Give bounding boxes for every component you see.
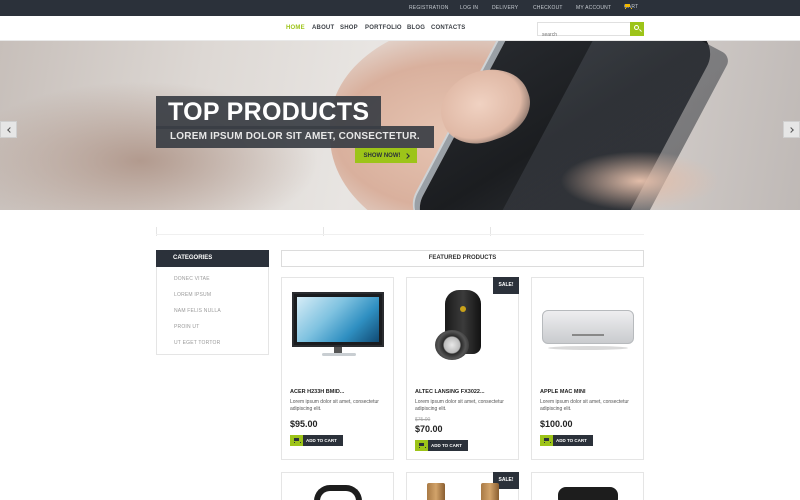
featured-products-title: FEATURED PRODUCTS: [428, 255, 497, 261]
slider-next-button[interactable]: [783, 121, 800, 138]
category-item-proin-ut[interactable]: PROIN UT: [174, 324, 200, 330]
product-image-monitor[interactable]: [292, 292, 384, 356]
product-card[interactable]: [531, 472, 644, 500]
nav-item-contacts[interactable]: CONTACTS: [431, 25, 466, 31]
search-button[interactable]: [630, 22, 644, 36]
registration-link[interactable]: REGISTRATION: [409, 5, 449, 11]
product-card[interactable]: SALE! ALTEC LANSING FX3022... Lorem ipsu…: [406, 277, 519, 460]
product-name[interactable]: APPLE MAC MINI: [540, 389, 586, 395]
add-to-cart-label: ADD TO CART: [556, 438, 587, 443]
nav-item-portfolio[interactable]: PORTFOLIO: [365, 25, 402, 31]
product-name[interactable]: ALTEC LANSING FX3022...: [415, 389, 485, 395]
sale-badge: SALE!: [493, 277, 519, 294]
product-card[interactable]: APPLE MAC MINI Lorem ipsum dolor sit ame…: [531, 277, 644, 460]
product-image-speaker[interactable]: [431, 290, 495, 362]
product-card[interactable]: SALE!: [406, 472, 519, 500]
product-card[interactable]: [281, 472, 394, 500]
hero-title-box: TOP PRODUCTS: [156, 96, 382, 129]
search-box: [537, 22, 644, 41]
product-name[interactable]: ACER H233H BMID...: [290, 389, 344, 395]
nav-item-shop[interactable]: SHOP: [340, 25, 358, 31]
categories-header: CATEGORIES: [156, 250, 269, 267]
hero-subtitle: LOREM IPSUM DOLOR SIT AMET, CONSECTETUR.: [170, 131, 420, 142]
product-price: $100.00: [540, 419, 573, 429]
product-old-price: $75.00: [415, 417, 431, 423]
search-input[interactable]: [538, 29, 630, 41]
add-to-cart-button[interactable]: ADD TO CART: [540, 435, 593, 446]
product-price: $95.00: [290, 419, 318, 429]
category-item-lorem-ipsum[interactable]: LOREM IPSUM: [174, 292, 211, 298]
my-account-link[interactable]: MY ACCOUNT: [576, 5, 611, 11]
add-to-cart-label: ADD TO CART: [306, 438, 337, 443]
product-image-speaker-left[interactable]: [427, 483, 445, 500]
show-now-label: SHOW NOW!: [363, 152, 401, 159]
category-item-nam-felis-nulla[interactable]: NAM FELIS NULLA: [174, 308, 221, 314]
divider: [156, 234, 644, 235]
product-image-device[interactable]: [558, 487, 618, 500]
checkout-link[interactable]: CHECKOUT: [533, 5, 563, 11]
category-item-donec-vitae[interactable]: DONEC VITAE: [174, 276, 210, 282]
hero-finger-image: [560, 151, 720, 210]
hero-subtitle-box: LOREM IPSUM DOLOR SIT AMET, CONSECTETUR.: [156, 126, 434, 148]
cart-icon: [415, 440, 428, 451]
search-icon: [634, 25, 639, 30]
hero-title: TOP PRODUCTS: [168, 98, 370, 126]
product-description: Lorem ipsum dolor sit amet, consectetur …: [290, 399, 379, 412]
nav-item-home[interactable]: HOME: [286, 25, 305, 31]
product-price: $70.00: [415, 424, 443, 434]
product-image-mac-mini[interactable]: [542, 310, 634, 352]
login-link[interactable]: LOG IN: [460, 5, 478, 11]
delivery-link[interactable]: DELIVERY: [492, 5, 518, 11]
add-to-cart-label: ADD TO CART: [431, 443, 462, 448]
main-nav: HOME ABOUT SHOP PORTFOLIO BLOG CONTACTS: [0, 16, 800, 41]
categories-list: DONEC VITAE LOREM IPSUM NAM FELIS NULLA …: [156, 267, 269, 355]
nav-item-about[interactable]: ABOUT: [312, 25, 334, 31]
product-card[interactable]: ACER H233H BMID... Lorem ipsum dolor sit…: [281, 277, 394, 460]
product-description: Lorem ipsum dolor sit amet, consectetur …: [540, 399, 629, 412]
featured-products-header: FEATURED PRODUCTS: [281, 250, 644, 267]
categories-title: CATEGORIES: [173, 255, 213, 261]
category-item-ut-eget-tortor[interactable]: UT EGET TORTOR: [174, 340, 220, 346]
add-to-cart-button[interactable]: ADD TO CART: [415, 440, 468, 451]
cart-link[interactable]: CART: [624, 4, 638, 10]
show-now-button[interactable]: SHOW NOW!: [355, 148, 417, 163]
product-image-headphones[interactable]: [314, 485, 362, 500]
slider-prev-button[interactable]: [0, 121, 17, 138]
chevron-right-icon: [403, 152, 410, 159]
product-description: Lorem ipsum dolor sit amet, consectetur …: [415, 399, 504, 412]
nav-item-blog[interactable]: BLOG: [407, 25, 425, 31]
add-to-cart-button[interactable]: ADD TO CART: [290, 435, 343, 446]
chevron-left-icon: [7, 127, 13, 133]
cart-icon: [540, 435, 553, 446]
cart-icon: [290, 435, 303, 446]
product-image-speaker-right[interactable]: [481, 483, 499, 500]
chevron-right-icon: [788, 127, 794, 133]
top-bar: REGISTRATION LOG IN DELIVERY CHECKOUT MY…: [0, 0, 800, 16]
